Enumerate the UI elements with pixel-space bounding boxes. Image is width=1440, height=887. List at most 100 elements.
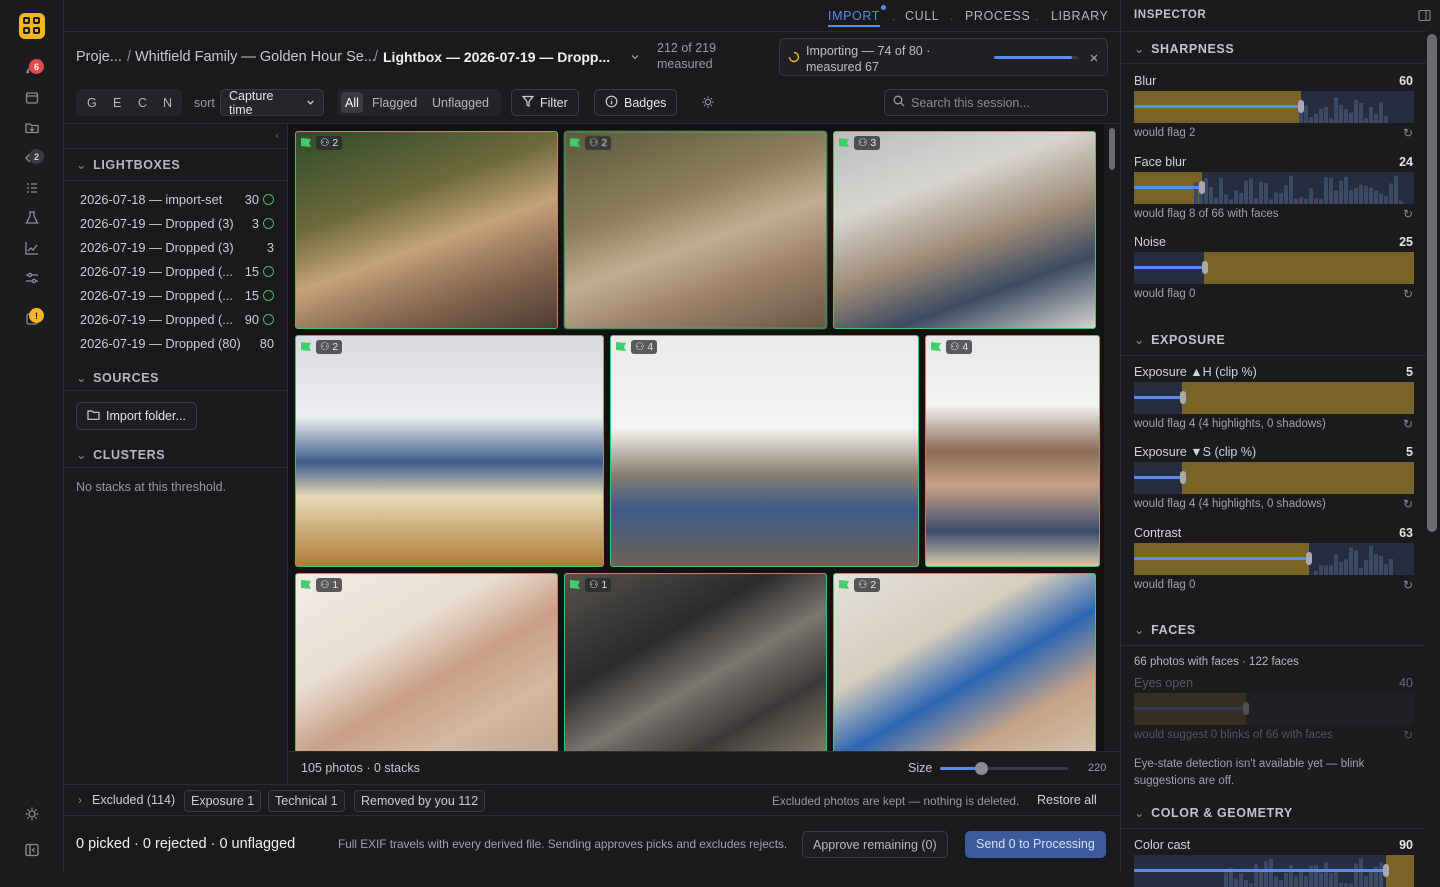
face-count-badge: ⚇ 2: [854, 578, 881, 592]
collapse-inspector-icon[interactable]: [1418, 9, 1431, 25]
photo-thumbnail[interactable]: ⚇ 1: [295, 573, 558, 751]
reset-icon[interactable]: ↻: [1403, 578, 1413, 592]
lightbox-item[interactable]: 2026-07-19 — Dropped (3) 3: [80, 240, 274, 255]
filter-unflagged[interactable]: Unflagged: [432, 96, 489, 110]
nav-library[interactable]: LIBRARY: [1051, 9, 1108, 23]
contrast-histogram-slider[interactable]: [1134, 543, 1414, 575]
chart-icon[interactable]: [22, 238, 42, 258]
histogram-bar: [1284, 185, 1288, 204]
excluded-toggle[interactable]: Excluded (114): [92, 793, 175, 807]
collapse-sidebar-icon[interactable]: ‹: [275, 130, 279, 142]
reset-icon[interactable]: ↻: [1403, 126, 1413, 140]
filter-button[interactable]: Filter: [511, 89, 579, 116]
photo-thumbnail[interactable]: ⚇ 2: [564, 131, 827, 329]
crumb-lightbox[interactable]: Lightbox — 2026-07-19 — Dropp...: [383, 49, 610, 65]
chevron-right-icon[interactable]: ›: [78, 793, 82, 807]
warning-badge: !: [29, 308, 44, 323]
photo-thumbnail[interactable]: ⚇ 3: [833, 131, 1096, 329]
calendar-icon[interactable]: [22, 88, 42, 108]
close-icon[interactable]: [1089, 51, 1099, 66]
reset-icon[interactable]: ↻: [1403, 417, 1413, 431]
photo-thumbnail[interactable]: ⚇ 2: [295, 335, 604, 567]
noise-histogram-slider[interactable]: [1134, 252, 1414, 284]
color-geometry-header[interactable]: ⌄ COLOR & GEOMETRY: [1134, 805, 1293, 820]
filter-flagged[interactable]: Flagged: [372, 96, 417, 110]
import-folder-button[interactable]: Import folder...: [76, 402, 197, 430]
exposure-header[interactable]: ⌄ EXPOSURE: [1134, 332, 1225, 347]
collapse-panel-icon[interactable]: [22, 840, 42, 860]
histogram-bar: [1244, 180, 1248, 204]
histogram-bar: [1329, 565, 1333, 575]
import-folder-icon[interactable]: [22, 118, 42, 138]
histogram-bar: [1329, 177, 1333, 204]
flask-icon[interactable]: [22, 208, 42, 228]
approve-remaining-button[interactable]: Approve remaining (0): [802, 831, 948, 858]
mode-c[interactable]: C: [138, 96, 147, 110]
mode-g[interactable]: G: [87, 96, 97, 110]
histogram-bar: [1364, 560, 1368, 575]
lightbox-item[interactable]: 2026-07-19 — Dropped (... 90: [80, 312, 274, 327]
theme-sun-icon[interactable]: [22, 804, 42, 824]
size-label: Size: [908, 761, 933, 775]
chevron-down-icon[interactable]: [630, 50, 640, 65]
reset-icon[interactable]: ↻: [1403, 207, 1413, 221]
faces-header[interactable]: ⌄ FACES: [1134, 622, 1196, 637]
send-to-processing-button[interactable]: Send 0 to Processing: [965, 831, 1106, 858]
inspector-scrollbar[interactable]: [1427, 34, 1437, 532]
mode-n[interactable]: N: [163, 96, 172, 110]
excluded-chip-exposure[interactable]: Exposure 1: [184, 790, 262, 812]
excluded-chip-removed[interactable]: Removed by you 112: [354, 790, 486, 812]
histogram-bar: [1214, 197, 1218, 204]
photo-thumbnail[interactable]: ⚇ 2: [295, 131, 558, 329]
sort-select[interactable]: Capture time: [220, 89, 324, 117]
sources-header[interactable]: ⌄ SOURCES: [76, 370, 159, 385]
reset-icon[interactable]: ↻: [1403, 497, 1413, 511]
sliders-icon[interactable]: [22, 268, 42, 288]
lightbox-item[interactable]: 2026-07-19 — Dropped (... 15: [80, 264, 274, 279]
crumb-project[interactable]: Proje...: [76, 49, 122, 65]
people-icon: ⚇: [320, 137, 333, 149]
reset-icon: ↻: [1402, 728, 1413, 742]
nav-import[interactable]: IMPORT: [828, 9, 880, 27]
face-blur-histogram-slider[interactable]: [1134, 172, 1414, 204]
lightbox-item[interactable]: 2026-07-19 — Dropped (3) 3: [80, 216, 274, 231]
nav-process[interactable]: PROCESS: [965, 9, 1030, 23]
excluded-chip-technical[interactable]: Technical 1: [268, 790, 345, 812]
histogram-bar: [1339, 882, 1343, 887]
size-slider-handle[interactable]: [974, 762, 988, 775]
reset-icon[interactable]: ↻: [1403, 287, 1413, 301]
photo-thumbnail[interactable]: ⚇ 2: [833, 573, 1096, 751]
badges-button[interactable]: Badges: [594, 89, 678, 116]
lightboxes-header[interactable]: ⌄ LIGHTBOXES: [76, 157, 180, 172]
brightness-icon[interactable]: [701, 95, 715, 112]
list-icon[interactable]: [22, 178, 42, 198]
photo-thumbnail[interactable]: ⚇ 4: [925, 335, 1100, 567]
grid-scrollbar[interactable]: [1104, 124, 1120, 751]
histogram-bar: [1359, 102, 1363, 123]
people-icon: ⚇: [635, 341, 648, 353]
people-icon: ⚇: [589, 579, 602, 591]
histogram-bar: [1339, 561, 1343, 575]
sharpness-header[interactable]: ⌄ SHARPNESS: [1134, 41, 1234, 56]
size-value: 220: [1088, 762, 1107, 774]
nav-cull[interactable]: CULL: [905, 9, 939, 23]
restore-all-button[interactable]: Restore all: [1037, 793, 1097, 807]
color-cast-histogram-slider[interactable]: [1134, 855, 1414, 887]
filter-all[interactable]: All: [341, 92, 363, 113]
mode-e[interactable]: E: [113, 96, 121, 110]
lightbox-item[interactable]: 2026-07-18 — import-set 30: [80, 192, 274, 207]
app-logo[interactable]: [19, 13, 45, 39]
size-slider[interactable]: [940, 762, 1068, 775]
exposure-s-histogram-slider[interactable]: [1134, 462, 1414, 494]
lightbox-item[interactable]: 2026-07-19 — Dropped (80) 80: [80, 336, 274, 351]
photo-thumbnail[interactable]: ⚇ 4: [610, 335, 919, 567]
blur-histogram-slider[interactable]: [1134, 91, 1414, 123]
lightbox-item[interactable]: 2026-07-19 — Dropped (... 15: [80, 288, 274, 303]
search-input[interactable]: Search this session...: [884, 89, 1108, 116]
photo-thumbnail[interactable]: ⚇ 1: [564, 573, 827, 751]
sort-label: sort: [194, 96, 215, 110]
clusters-header[interactable]: ⌄ CLUSTERS: [76, 447, 165, 462]
crumb-session[interactable]: Whitfield Family — Golden Hour Se...: [135, 49, 376, 65]
exposure-h-histogram-slider[interactable]: [1134, 382, 1414, 414]
histogram-bar: [1354, 187, 1358, 204]
